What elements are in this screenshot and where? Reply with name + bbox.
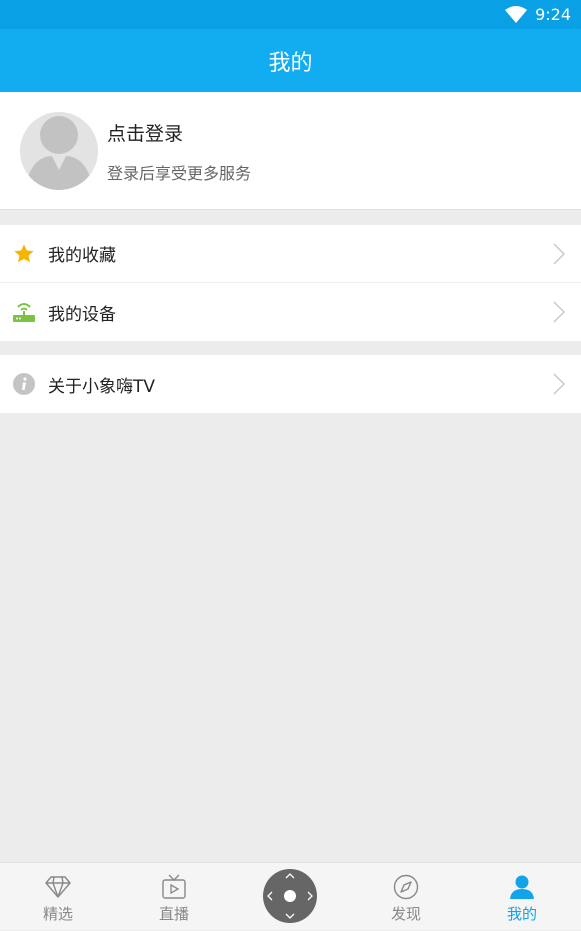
diamond-icon: [45, 873, 71, 901]
status-time: 9:24: [535, 5, 571, 24]
status-bar: 9:24: [0, 0, 581, 29]
login-link[interactable]: 点击登录: [107, 119, 183, 146]
tv-icon: [161, 873, 187, 901]
router-icon: [12, 300, 36, 324]
login-subtitle: 登录后享受更多服务: [107, 164, 252, 183]
info-icon: [12, 372, 36, 396]
menu-item-about[interactable]: 关于小象嗨TV: [0, 355, 581, 413]
menu-item-label: 我的设备: [48, 304, 116, 325]
bottom-tab-bar: 精选 直播 发现 我的: [0, 862, 581, 930]
page-title: 我的: [268, 50, 313, 76]
profile-card[interactable]: 点击登录 登录后享受更多服务: [0, 92, 581, 210]
wifi-icon: [505, 5, 528, 23]
menu-item-devices[interactable]: 我的设备: [0, 283, 581, 341]
chevron-right-icon: [553, 373, 566, 399]
chevron-right-icon: [553, 301, 566, 327]
star-icon: [12, 242, 36, 266]
title-bar: 我的: [0, 29, 581, 92]
tab-label: 发现: [390, 905, 421, 923]
tab-live[interactable]: 直播: [134, 863, 214, 931]
tab-label: 精选: [42, 905, 73, 923]
person-icon: [509, 873, 535, 901]
chevron-right-icon: [553, 243, 566, 269]
default-avatar-icon[interactable]: [20, 112, 98, 190]
menu-item-label: 我的收藏: [48, 246, 116, 266]
tab-featured[interactable]: 精选: [18, 863, 98, 931]
tab-label: 直播: [158, 905, 189, 923]
remote-control-icon[interactable]: [263, 869, 317, 923]
menu-item-favorites[interactable]: 我的收藏: [0, 225, 581, 283]
tab-mine[interactable]: 我的: [482, 863, 562, 931]
tab-discover[interactable]: 发现: [366, 863, 446, 931]
tab-label: 我的: [506, 905, 537, 923]
menu-item-label: 关于小象嗨TV: [48, 376, 156, 397]
menu-group-account: 我的收藏 我的设备: [0, 225, 581, 341]
menu-group-about: 关于小象嗨TV: [0, 355, 581, 413]
compass-icon: [393, 873, 419, 901]
